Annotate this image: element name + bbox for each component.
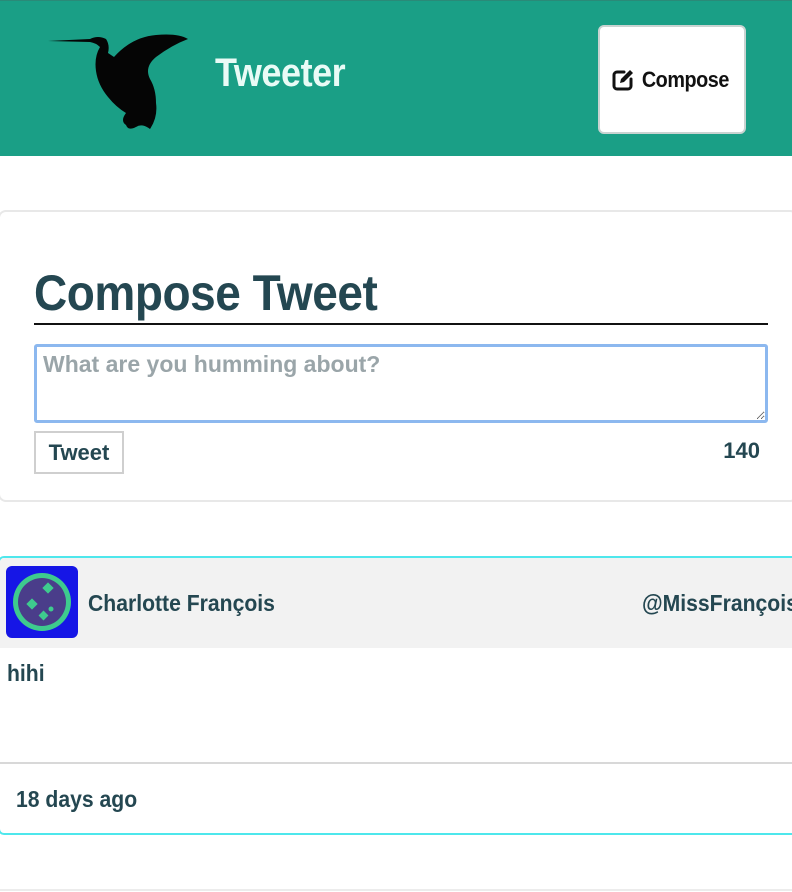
title-divider — [34, 323, 768, 325]
compose-button-label: Compose — [641, 66, 729, 92]
top-nav: Tweeter Compose — [0, 0, 792, 156]
compose-title: Compose Tweet — [34, 265, 378, 321]
tweet-author-handle: @MissFrançois — [642, 590, 792, 616]
tweet-author-name: Charlotte François — [88, 590, 275, 616]
tweet-submit-button[interactable]: Tweet — [34, 431, 124, 474]
tweet-timestamp: 18 days ago — [16, 786, 138, 812]
edit-pencil-icon — [612, 69, 633, 90]
tweet-header: Charlotte François @MissFrançois — [0, 558, 792, 648]
next-card-edge — [0, 889, 792, 891]
tweet-body: hihi — [7, 660, 45, 686]
compose-button[interactable]: Compose — [598, 25, 746, 134]
robot-avatar-icon — [6, 566, 78, 638]
hummingbird-icon — [48, 34, 188, 129]
tweet-card: Charlotte François @MissFrançois hihi 18… — [0, 556, 792, 835]
tweet-footer-divider — [0, 762, 792, 764]
character-counter: 140 — [723, 438, 760, 463]
tweet-text-input[interactable] — [34, 344, 768, 423]
brand-name[interactable]: Tweeter — [215, 51, 346, 96]
